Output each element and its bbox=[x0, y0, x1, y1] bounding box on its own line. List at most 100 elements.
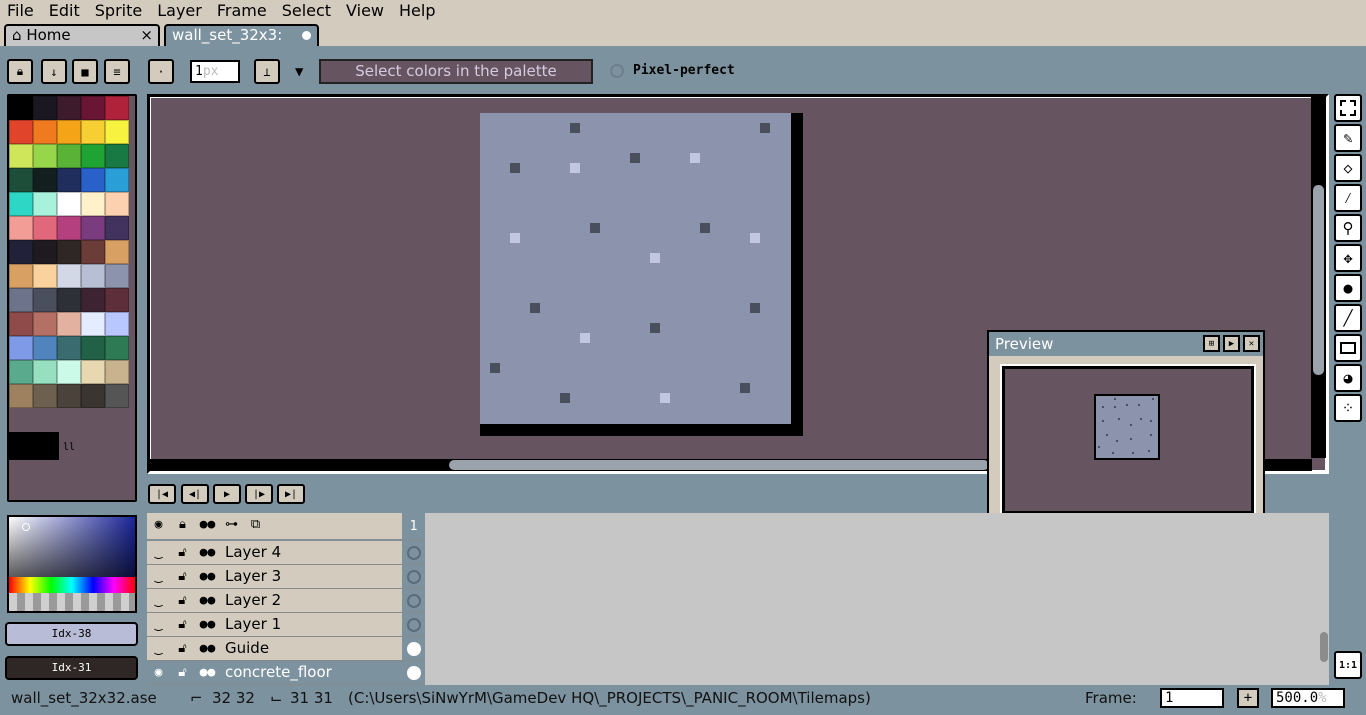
palette-swatch[interactable] bbox=[105, 384, 129, 408]
palette-swatch[interactable] bbox=[9, 288, 33, 312]
palette-swatch[interactable] bbox=[81, 264, 105, 288]
close-icon[interactable]: × bbox=[140, 26, 153, 45]
link-icon[interactable]: ⊶ bbox=[220, 513, 243, 536]
palette-swatch[interactable] bbox=[33, 288, 57, 312]
cel[interactable] bbox=[402, 565, 425, 588]
layer-name[interactable]: Layer 2 bbox=[222, 589, 402, 612]
palette-swatch[interactable] bbox=[9, 360, 33, 384]
timeline-scrollbar[interactable] bbox=[1320, 632, 1328, 662]
palette-swatch[interactable] bbox=[33, 360, 57, 384]
hue-slider[interactable] bbox=[9, 577, 135, 593]
stamp-icon[interactable]: ⊥ bbox=[254, 59, 280, 84]
blob-icon[interactable]: ◕ bbox=[1334, 364, 1362, 392]
pencil-icon[interactable]: ✎ bbox=[1334, 124, 1362, 152]
eye-closed-icon[interactable]: ‿ bbox=[147, 589, 170, 612]
unlock-icon[interactable]: 🔓︎ bbox=[171, 589, 194, 612]
save-icon[interactable]: ■ bbox=[72, 59, 98, 84]
palette-swatch[interactable] bbox=[81, 360, 105, 384]
continuous-icon[interactable]: ●● bbox=[196, 513, 219, 536]
palette-swatch[interactable] bbox=[81, 96, 105, 120]
rectangle-icon[interactable] bbox=[1334, 334, 1362, 362]
resize-handle-icon[interactable]: ll bbox=[63, 442, 75, 453]
palette-swatch[interactable] bbox=[33, 384, 57, 408]
palette-swatch[interactable] bbox=[57, 96, 81, 120]
lock-icon[interactable]: 🔒︎ bbox=[7, 59, 33, 84]
cel[interactable] bbox=[402, 661, 425, 684]
continuous-icon[interactable]: ●● bbox=[196, 541, 219, 564]
continuous-icon[interactable]: ●● bbox=[196, 637, 219, 660]
continuous-icon[interactable]: ●● bbox=[196, 589, 219, 612]
first-frame-icon[interactable]: |◀ bbox=[148, 484, 176, 504]
frame-header-1[interactable]: 1 bbox=[402, 513, 425, 539]
palette-swatch[interactable] bbox=[57, 384, 81, 408]
palette-swatch[interactable] bbox=[105, 192, 129, 216]
palette-swatch[interactable] bbox=[81, 216, 105, 240]
palette-swatch[interactable] bbox=[81, 240, 105, 264]
palette-swatch[interactable] bbox=[9, 312, 33, 336]
palette-swatch[interactable] bbox=[81, 144, 105, 168]
palette-swatch[interactable] bbox=[81, 384, 105, 408]
palette-swatch[interactable] bbox=[9, 96, 33, 120]
add-frame-button[interactable]: + bbox=[1237, 688, 1259, 708]
fit-icon[interactable]: ⊞ bbox=[1203, 335, 1220, 352]
palette-swatch[interactable] bbox=[105, 120, 129, 144]
palette-swatch[interactable] bbox=[57, 288, 81, 312]
palette-swatch[interactable] bbox=[81, 336, 105, 360]
palette-swatch[interactable] bbox=[105, 336, 129, 360]
palette-swatch[interactable] bbox=[81, 120, 105, 144]
spray-icon[interactable]: ⁘ bbox=[1334, 394, 1362, 422]
lock-icon[interactable]: 🔒︎ bbox=[171, 513, 194, 536]
unlock-icon[interactable]: 🔓︎ bbox=[171, 565, 194, 588]
palette-swatch[interactable] bbox=[9, 216, 33, 240]
eye-closed-icon[interactable]: ‿ bbox=[147, 613, 170, 636]
eye-closed-icon[interactable]: ‿ bbox=[147, 565, 170, 588]
palette-swatch[interactable] bbox=[33, 144, 57, 168]
eyedropper-icon[interactable]: ⁄ bbox=[1334, 184, 1362, 212]
unlock-icon[interactable]: 🔓︎ bbox=[171, 661, 194, 684]
v-scrollbar[interactable] bbox=[1313, 185, 1324, 375]
palette-swatch[interactable] bbox=[105, 144, 129, 168]
palette-swatch[interactable] bbox=[105, 240, 129, 264]
cel[interactable] bbox=[402, 613, 425, 636]
layer-row[interactable]: ‿ 🔓︎ ●● Layer 4 bbox=[147, 541, 425, 565]
eye-closed-icon[interactable]: ‿ bbox=[147, 541, 170, 564]
menu-help[interactable]: Help bbox=[392, 0, 443, 22]
layer-name[interactable]: concrete_floor bbox=[222, 661, 402, 684]
zoom-input[interactable]: 500.0% bbox=[1271, 688, 1345, 708]
layer-name[interactable]: Layer 4 bbox=[222, 541, 402, 564]
continuous-icon[interactable]: ●● bbox=[196, 661, 219, 684]
palette-swatch[interactable] bbox=[9, 168, 33, 192]
palette-swatch[interactable] bbox=[57, 120, 81, 144]
move-icon[interactable]: ✥ bbox=[1334, 244, 1362, 272]
pixel-perfect-checkbox[interactable] bbox=[610, 64, 624, 78]
continuous-icon[interactable]: ●● bbox=[196, 565, 219, 588]
palette-swatch[interactable] bbox=[105, 168, 129, 192]
unlock-icon[interactable]: 🔓︎ bbox=[171, 541, 194, 564]
palette-swatch[interactable] bbox=[33, 96, 57, 120]
prev-frame-icon[interactable]: ◀| bbox=[181, 484, 209, 504]
palette-swatch[interactable] bbox=[9, 384, 33, 408]
h-scrollbar[interactable] bbox=[449, 460, 989, 470]
menu-layer[interactable]: Layer bbox=[150, 0, 210, 22]
menu-file[interactable]: File bbox=[0, 0, 42, 22]
timeline-cels-area[interactable] bbox=[425, 513, 1329, 685]
palette-swatch[interactable] bbox=[9, 192, 33, 216]
layer-row[interactable]: ‿ 🔓︎ ●● Guide bbox=[147, 637, 425, 661]
menu-frame[interactable]: Frame bbox=[210, 0, 275, 22]
palette-swatch[interactable] bbox=[33, 120, 57, 144]
menu-edit[interactable]: Edit bbox=[42, 0, 88, 22]
fill-icon[interactable]: ● bbox=[1334, 274, 1362, 302]
zoom-icon[interactable]: ⚲ bbox=[1334, 214, 1362, 242]
chevron-down-icon[interactable]: ▼ bbox=[295, 64, 303, 80]
eye-closed-icon[interactable]: ‿ bbox=[147, 637, 170, 660]
tab-home[interactable]: ⌂ Home × bbox=[4, 24, 160, 46]
palette-swatch[interactable] bbox=[105, 360, 129, 384]
continuous-icon[interactable]: ●● bbox=[196, 613, 219, 636]
palette-swatch[interactable] bbox=[9, 336, 33, 360]
palette-swatch[interactable] bbox=[57, 216, 81, 240]
layer-row[interactable]: ‿ 🔓︎ ●● Layer 1 bbox=[147, 613, 425, 637]
brush-size-input[interactable]: 1px bbox=[190, 60, 240, 83]
palette-swatch[interactable] bbox=[105, 216, 129, 240]
palette-swatch[interactable] bbox=[33, 168, 57, 192]
onion-skin-icon[interactable]: ⧉ bbox=[244, 513, 267, 536]
